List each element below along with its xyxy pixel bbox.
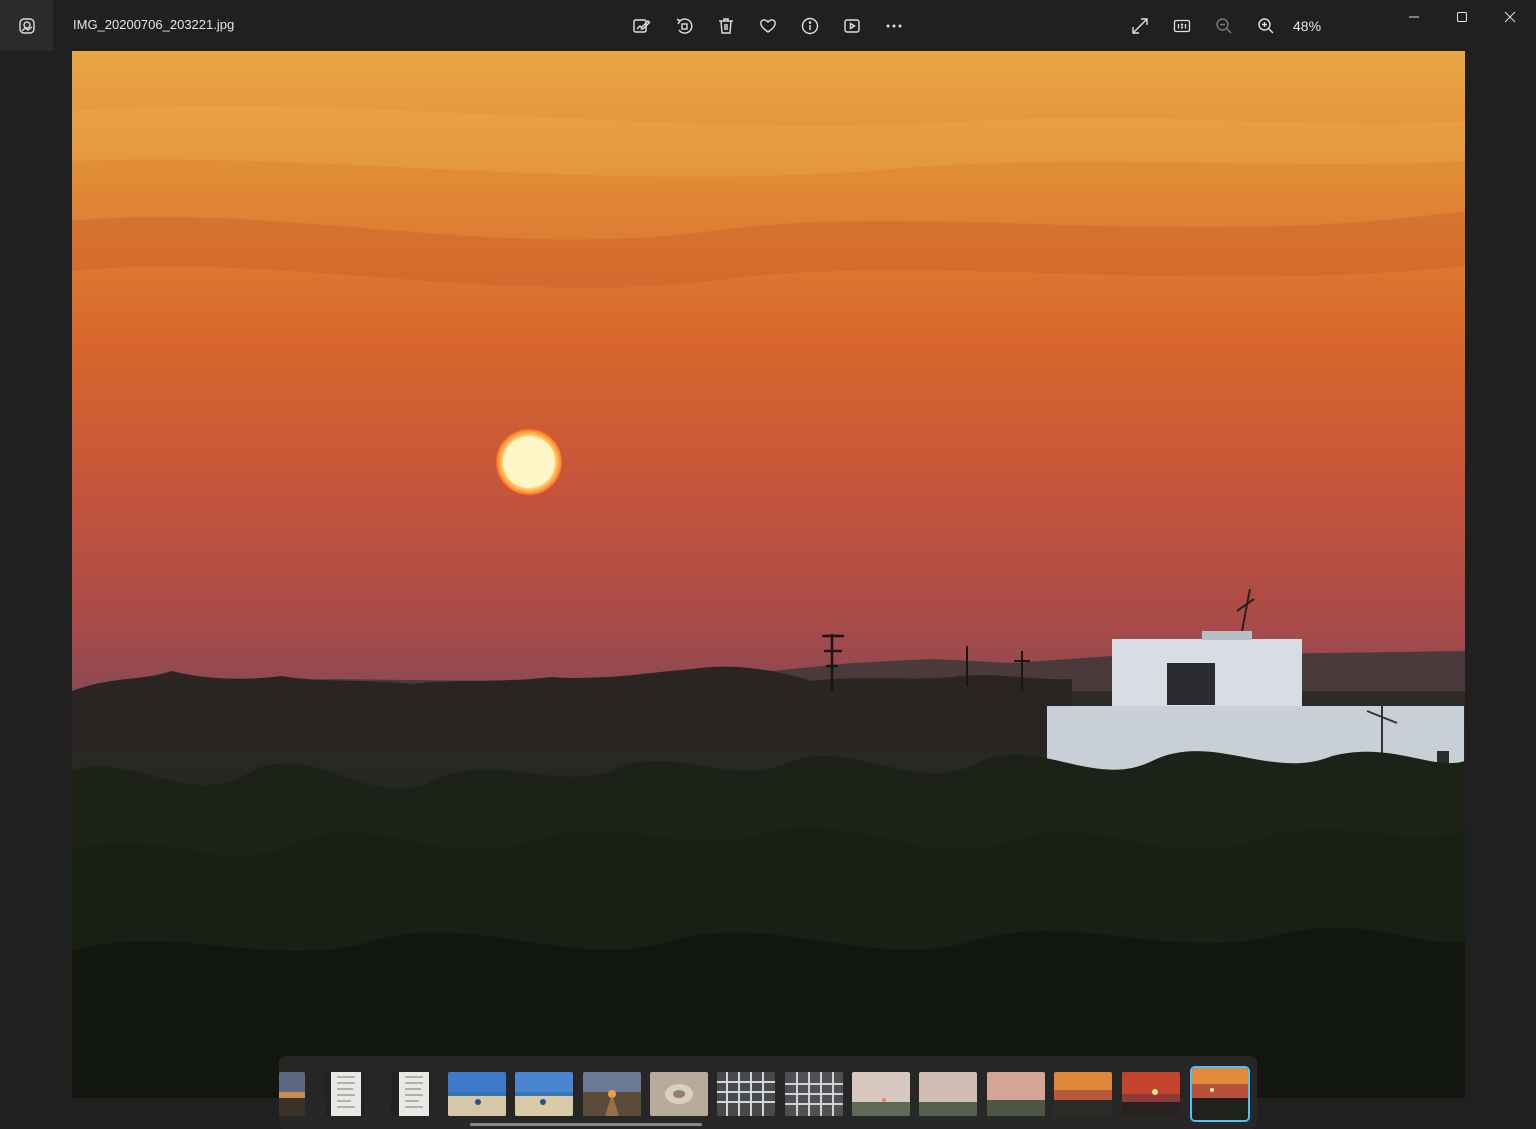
thumbnail-6-image xyxy=(583,1072,641,1116)
thumbnail-2-image xyxy=(325,1072,365,1116)
thumbnail-9[interactable] xyxy=(785,1072,843,1116)
thumbnail-5-image xyxy=(515,1072,573,1116)
thumbnail-11-image xyxy=(919,1072,977,1116)
favorite-button[interactable] xyxy=(753,11,783,41)
sunset-photo xyxy=(72,51,1465,1098)
slideshow-icon xyxy=(844,19,860,33)
thumbnail-8[interactable] xyxy=(717,1072,775,1116)
thumbnail-12[interactable] xyxy=(987,1072,1045,1116)
title-bar: IMG_20200706_203221.jpg 48% xyxy=(0,0,1536,51)
thumbnail-13[interactable] xyxy=(1054,1072,1112,1116)
maximize-button[interactable] xyxy=(1438,0,1486,34)
maximize-icon xyxy=(1457,12,1467,22)
thumbnail-7[interactable] xyxy=(650,1072,708,1116)
thumbnail-8-image xyxy=(717,1072,775,1116)
delete-button[interactable] xyxy=(711,11,741,41)
thumbnail-11[interactable] xyxy=(919,1072,977,1116)
thumbnail-15-image xyxy=(1192,1068,1248,1120)
fullscreen-button[interactable] xyxy=(1125,11,1155,41)
thumbnail-1-image xyxy=(279,1072,305,1116)
thumbnail-4-image xyxy=(448,1072,506,1116)
rotate-button[interactable] xyxy=(669,11,699,41)
more-options-button[interactable] xyxy=(879,11,909,41)
thumbnail-2[interactable] xyxy=(325,1072,365,1116)
edit-image-icon xyxy=(633,19,651,33)
zoom-out-button[interactable] xyxy=(1209,11,1239,41)
zoom-out-icon xyxy=(1216,18,1232,34)
slideshow-button[interactable] xyxy=(837,11,867,41)
thumbnail-13-image xyxy=(1054,1072,1112,1116)
main-photo[interactable] xyxy=(72,51,1465,1098)
more-options-icon xyxy=(886,24,902,28)
close-button[interactable] xyxy=(1486,0,1534,34)
photos-app-icon[interactable] xyxy=(0,0,53,51)
thumbnail-14-image xyxy=(1122,1072,1180,1116)
thumbnail-6[interactable] xyxy=(583,1072,641,1116)
image-viewer xyxy=(0,51,1536,1129)
thumbnail-4[interactable] xyxy=(448,1072,506,1116)
info-button[interactable] xyxy=(795,11,825,41)
zoom-in-icon xyxy=(1258,18,1274,34)
thumbnail-5[interactable] xyxy=(515,1072,573,1116)
actual-size-icon xyxy=(1173,19,1191,33)
zoom-in-button[interactable] xyxy=(1251,11,1281,41)
thumbnail-3[interactable] xyxy=(391,1072,431,1116)
thumbnail-12-image xyxy=(987,1072,1045,1116)
favorite-heart-icon xyxy=(760,19,776,33)
thumbnail-3-image xyxy=(391,1072,431,1116)
actual-size-button[interactable] xyxy=(1167,11,1197,41)
fullscreen-icon xyxy=(1132,18,1148,34)
filmstrip xyxy=(279,1056,1257,1129)
filmstrip-scrollbar[interactable] xyxy=(470,1123,702,1126)
minimize-button[interactable] xyxy=(1390,0,1438,34)
thumbnail-7-image xyxy=(650,1072,708,1116)
thumbnail-10-image xyxy=(852,1072,910,1116)
minimize-icon xyxy=(1409,16,1419,18)
edit-image-button[interactable] xyxy=(626,11,656,41)
zoom-level[interactable]: 48% xyxy=(1293,18,1321,34)
delete-icon xyxy=(719,18,733,34)
thumbnail-15-selected[interactable] xyxy=(1190,1066,1250,1122)
thumbnail-9-image xyxy=(785,1072,843,1116)
close-icon xyxy=(1504,11,1516,23)
rotate-icon xyxy=(676,18,693,34)
thumbnail-1[interactable] xyxy=(279,1072,305,1116)
thumbnail-14[interactable] xyxy=(1122,1072,1180,1116)
info-icon xyxy=(801,17,819,35)
file-name: IMG_20200706_203221.jpg xyxy=(73,17,235,32)
thumbnail-10[interactable] xyxy=(852,1072,910,1116)
